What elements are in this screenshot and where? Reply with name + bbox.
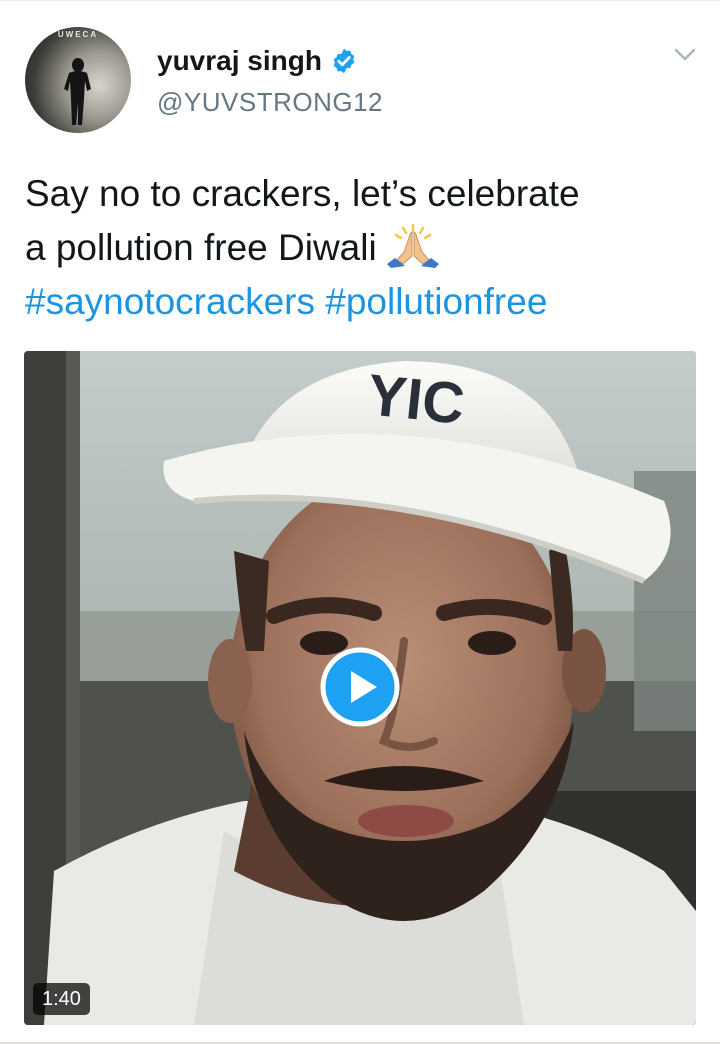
video-duration-badge: 1:40 bbox=[33, 983, 90, 1015]
folded-hands-emoji bbox=[386, 223, 439, 268]
author-name-row[interactable]: yuvraj singh bbox=[157, 45, 358, 77]
hashtag-link[interactable]: #pollutionfree bbox=[325, 281, 547, 322]
avatar-figure-icon bbox=[64, 58, 91, 125]
author-name[interactable]: yuvraj singh bbox=[157, 45, 322, 77]
tweet-text-line: Say no to crackers, let’s celebrate bbox=[25, 173, 580, 214]
tweet-hashtags-line: #saynotocrackers #pollutionfree bbox=[25, 275, 695, 329]
author-avatar[interactable]: UWECA bbox=[25, 27, 131, 133]
video-player[interactable]: YIC 1:40 bbox=[24, 351, 696, 1025]
tweet-text-line-2: a pollution free Diwali bbox=[25, 221, 695, 275]
verified-badge-icon bbox=[333, 48, 355, 74]
author-handle[interactable]: @YUVSTRONG12 bbox=[157, 87, 383, 118]
tweet-card: UWECA yuvraj singh @YUVSTRONG12 Say no t… bbox=[0, 0, 720, 1044]
play-icon[interactable] bbox=[320, 647, 400, 727]
chevron-down-icon[interactable] bbox=[670, 43, 700, 67]
hashtag-link[interactable]: #saynotocrackers bbox=[25, 281, 315, 322]
tweet-text-line: a pollution free Diwali bbox=[25, 227, 377, 268]
tweet-text: Say no to crackers, let’s celebrate a po… bbox=[25, 167, 695, 329]
avatar-brand-text: UWECA bbox=[57, 30, 99, 39]
cap-logo-text: YIC bbox=[365, 362, 468, 437]
